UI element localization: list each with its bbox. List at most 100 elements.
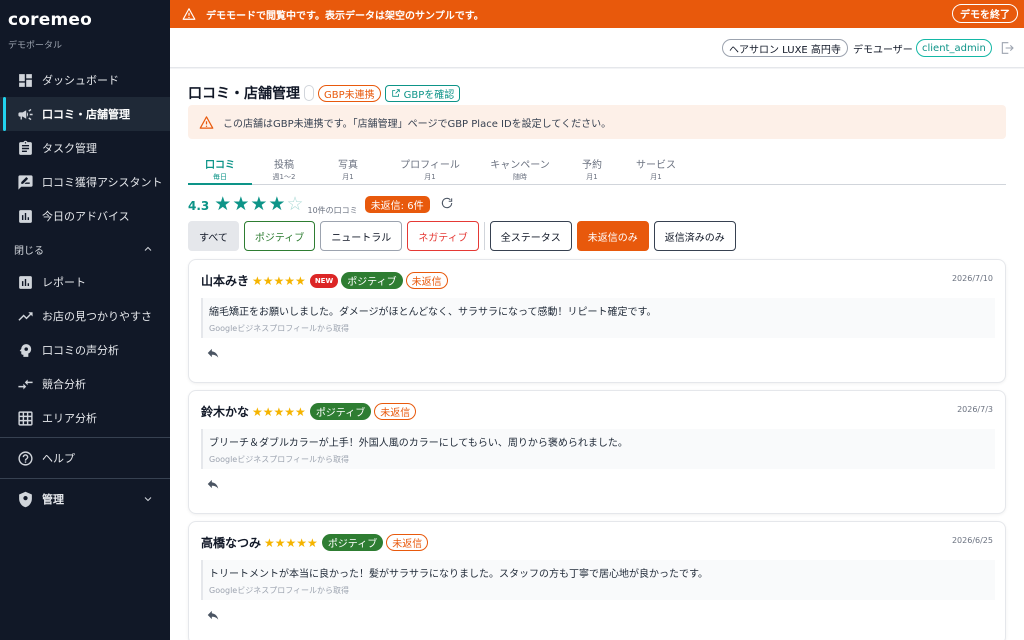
tab-frequency: 月1	[650, 173, 662, 181]
sidebar-item-admin[interactable]: 管理	[0, 481, 170, 517]
review-text: 縮毛矯正をお願いしました。ダメージがほとんどなく、サラサラになって感動！リピート…	[209, 307, 657, 318]
user-label: デモユーザー	[853, 45, 913, 56]
filter-unreplied-button[interactable]: 未返信のみ	[576, 221, 649, 251]
sidebar-item-tasks[interactable]: タスク管理	[0, 131, 170, 165]
megaphone-icon	[16, 105, 34, 123]
sentiment-badge: ポジティブ	[341, 272, 403, 289]
grid-icon	[16, 409, 34, 427]
sidebar-item-label: 口コミ・店舗管理	[42, 108, 130, 121]
sidebar-item-dashboard[interactable]: ダッシュボード	[0, 63, 170, 97]
tab-label: 写真	[338, 160, 358, 171]
filter-positive-button[interactable]: ポジティブ	[243, 221, 316, 251]
reply-status-badge: 未返信	[386, 534, 429, 551]
tab-profile[interactable]: プロフィール 月1	[380, 153, 480, 184]
sidebar-item-label: エリア分析	[42, 412, 97, 425]
warning-icon	[182, 8, 196, 20]
sidebar-item-area[interactable]: エリア分析	[0, 401, 170, 435]
gbp-status-badge: GBP未連携	[318, 84, 381, 102]
tab-label: キャンペーン	[490, 160, 550, 171]
reply-icon[interactable]	[205, 346, 223, 362]
top-bar: ヘアサロン LUXE 高円寺 デモユーザー client_admin	[170, 28, 1024, 68]
sidebar-item-label: 管理	[42, 493, 64, 506]
main-content: 口コミ・店舗管理 GBP未連携 GBPを確認 この店舗はGBP未連携です。「店舗…	[170, 69, 1024, 640]
review-header: 山本みき ★★★★★ NEW ポジティブ 未返信	[201, 272, 448, 289]
sidebar-item-label: 今日のアドバイス	[42, 210, 130, 223]
sidebar-item-review-assistant[interactable]: 口コミ獲得アシスタント	[0, 165, 170, 199]
section-collapse-toggle[interactable]: 閉じる	[0, 233, 170, 265]
sidebar-item-findability[interactable]: お店の見つかりやすさ	[0, 299, 170, 333]
sidebar-divider	[0, 478, 170, 479]
rating-summary: 4.3 ★ ★ ★ ★ ☆ 10件の口コミ 未返信: 6件	[188, 192, 456, 216]
demo-banner-text: デモモードで閲覧中です。表示データは架空のサンプルです。	[206, 10, 484, 22]
tab-reviews[interactable]: 口コミ 毎日	[188, 153, 252, 185]
filter-neutral-button[interactable]: ニュートラル	[320, 221, 403, 251]
filter-all-button[interactable]: すべて	[188, 221, 239, 251]
review-header: 高橋なつみ ★★★★★ ポジティブ 未返信	[201, 534, 429, 551]
tab-label: サービス	[636, 160, 676, 171]
review-stars: ★★★★★	[264, 535, 318, 550]
report-chart-icon	[16, 273, 34, 291]
review-source: Googleビジネスプロフィールから取得	[209, 455, 350, 464]
sidebar-item-report[interactable]: レポート	[0, 265, 170, 299]
sidebar-item-reviews[interactable]: 口コミ・店舗管理	[0, 97, 170, 131]
sidebar-item-voice-analysis[interactable]: 口コミの声分析	[0, 333, 170, 367]
sidebar-item-help[interactable]: ヘルプ	[0, 440, 170, 476]
reply-status-badge: 未返信	[405, 272, 448, 289]
compare-arrows-icon	[16, 375, 34, 393]
reply-icon[interactable]	[205, 608, 223, 624]
tab-posts[interactable]: 投稿 週1〜2	[252, 153, 316, 184]
review-card: 山本みき ★★★★★ NEW ポジティブ 未返信 2026/7/10 縮毛矯正を…	[188, 259, 1006, 383]
sidebar-item-label: 競合分析	[42, 378, 86, 391]
review-count: 10件の口コミ	[307, 205, 358, 215]
tab-frequency: 月1	[424, 173, 436, 181]
review-card: 高橋なつみ ★★★★★ ポジティブ 未返信 2026/6/25 トリートメントが…	[188, 521, 1006, 640]
refresh-icon[interactable]	[440, 196, 456, 212]
brand-logo[interactable]: coremeo	[8, 10, 160, 30]
tab-frequency: 週1〜2	[272, 173, 296, 181]
review-date: 2026/7/3	[957, 405, 993, 414]
salon-selector[interactable]: ヘアサロン LUXE 高円寺	[722, 39, 848, 57]
gbp-check-label: GBPを確認	[403, 89, 455, 101]
tab-label: 予約	[582, 160, 602, 171]
title-row: 口コミ・店舗管理 GBP未連携 GBPを確認	[188, 83, 461, 103]
sidebar-item-advice[interactable]: 今日のアドバイス	[0, 199, 170, 233]
sidebar-item-label: 口コミの声分析	[42, 344, 119, 357]
filter-negative-button[interactable]: ネガティブ	[407, 221, 479, 251]
tab-services[interactable]: サービス月1	[624, 153, 688, 184]
filter-divider	[483, 222, 485, 250]
sidebar-item-label: 口コミ獲得アシスタント	[42, 176, 163, 189]
reviewer-name: 山本みき	[201, 274, 250, 288]
reply-icon[interactable]	[205, 477, 223, 493]
gbp-check-link[interactable]: GBPを確認	[384, 84, 461, 102]
reviewer-name: 高橋なつみ	[201, 536, 262, 550]
filter-all-status-button[interactable]: 全ステータス	[489, 221, 572, 251]
tab-photos[interactable]: 写真 月1	[316, 153, 380, 184]
sidebar-item-competitor[interactable]: 競合分析	[0, 367, 170, 401]
new-badge: NEW	[309, 273, 339, 288]
chevron-up-icon	[144, 246, 152, 251]
review-text: ブリーチ＆ダブルカラーが上手！外国人風のカラーにしてもらい、周りから褒められまし…	[209, 438, 628, 449]
gbp-alert: この店舗はGBP未連携です。「店舗管理」ページでGBP Place IDを設定し…	[188, 105, 1006, 139]
demo-banner: デモモードで閲覧中です。表示データは架空のサンプルです。 デモを終了	[170, 0, 1024, 28]
help-icon	[16, 449, 34, 467]
review-body: ブリーチ＆ダブルカラーが上手！外国人風のカラーにしてもらい、周りから褒められまし…	[201, 429, 995, 469]
review-header: 鈴木かな ★★★★★ ポジティブ 未返信	[201, 403, 417, 420]
brand: coremeo デモポータル	[0, 0, 170, 51]
reviewer-name: 鈴木かな	[201, 405, 250, 419]
end-demo-button[interactable]: デモを終了	[952, 4, 1018, 23]
star-icon: ★	[214, 192, 232, 215]
alert-text: この店舗はGBP未連携です。「店舗管理」ページでGBP Place IDを設定し…	[223, 118, 612, 130]
logout-icon[interactable]	[999, 40, 1015, 56]
tab-reservation[interactable]: 予約 月1	[560, 153, 624, 184]
sidebar-item-label: タスク管理	[42, 142, 97, 155]
warning-icon	[199, 115, 214, 129]
username-chip[interactable]: client_admin	[916, 39, 992, 57]
tab-frequency: 随時	[513, 173, 527, 181]
sidebar-divider	[0, 437, 170, 438]
tab-campaign[interactable]: キャンペーン 随時	[480, 153, 560, 184]
review-date: 2026/7/10	[951, 274, 993, 283]
review-text: トリートメントが本当に良かった！髪がサラサラになりました。スタッフの方も丁寧で居…	[209, 569, 708, 580]
filter-replied-button[interactable]: 返信済みのみ	[653, 221, 736, 251]
filter-bar: すべて ポジティブ ニュートラル ネガティブ 全ステータス 未返信のみ 返信済み…	[188, 221, 741, 251]
tab-frequency: 毎日	[213, 173, 227, 181]
